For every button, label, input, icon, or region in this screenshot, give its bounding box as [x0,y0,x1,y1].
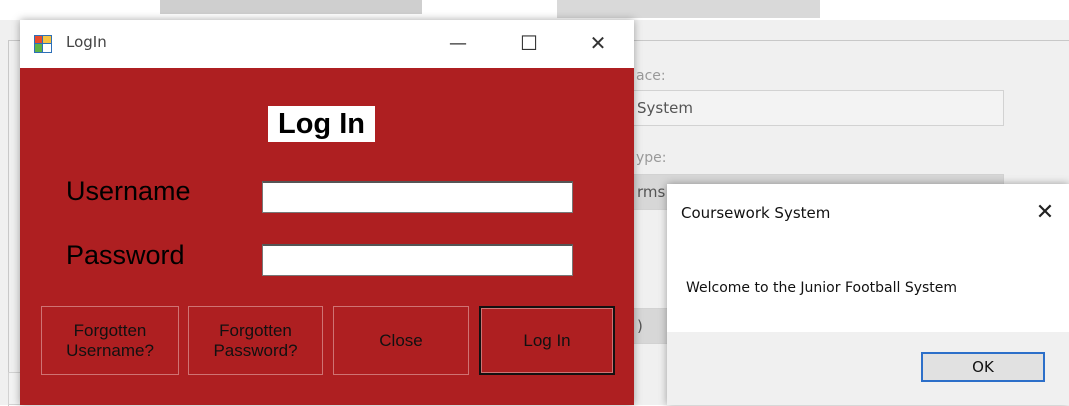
login-heading: Log In [268,106,375,142]
ok-button[interactable]: OK [921,352,1045,382]
close-window-button[interactable]: ✕ [576,26,620,60]
forgotten-username-button[interactable]: Forgotten Username? [41,306,179,375]
login-form: Log In Username Password Forgotten Usern… [20,68,634,405]
username-label: Username [66,176,191,206]
message-dialog-footer: OK [667,332,1069,405]
login-button[interactable]: Log In [479,306,615,375]
maximize-button[interactable]: ☐ [507,26,551,60]
message-dialog-title: Coursework System [681,204,831,222]
username-input[interactable] [262,181,573,213]
minimize-button[interactable]: — [436,26,480,60]
background-toolbar-block [557,0,820,18]
password-input[interactable] [262,244,573,276]
login-window-title: LogIn [66,33,107,51]
forgotten-password-button[interactable]: Forgotten Password? [188,306,323,375]
password-label: Password [66,240,185,270]
close-button[interactable]: Close [333,306,469,375]
message-dialog: Coursework System ✕ Welcome to the Junio… [667,184,1069,405]
close-icon[interactable]: ✕ [1027,194,1063,230]
login-titlebar[interactable]: LogIn — ☐ ✕ [20,20,634,68]
background-toolbar-block [160,0,422,14]
background-field-label: ace: [636,68,666,84]
message-text: Welcome to the Junior Football System [686,280,958,296]
app-form-icon [34,35,52,53]
login-window: LogIn — ☐ ✕ Log In Username Password For… [20,20,634,405]
background-field[interactable]: ) [630,308,670,344]
background-field[interactable]: System [630,90,1004,126]
background-field-label: ype: [636,150,667,166]
